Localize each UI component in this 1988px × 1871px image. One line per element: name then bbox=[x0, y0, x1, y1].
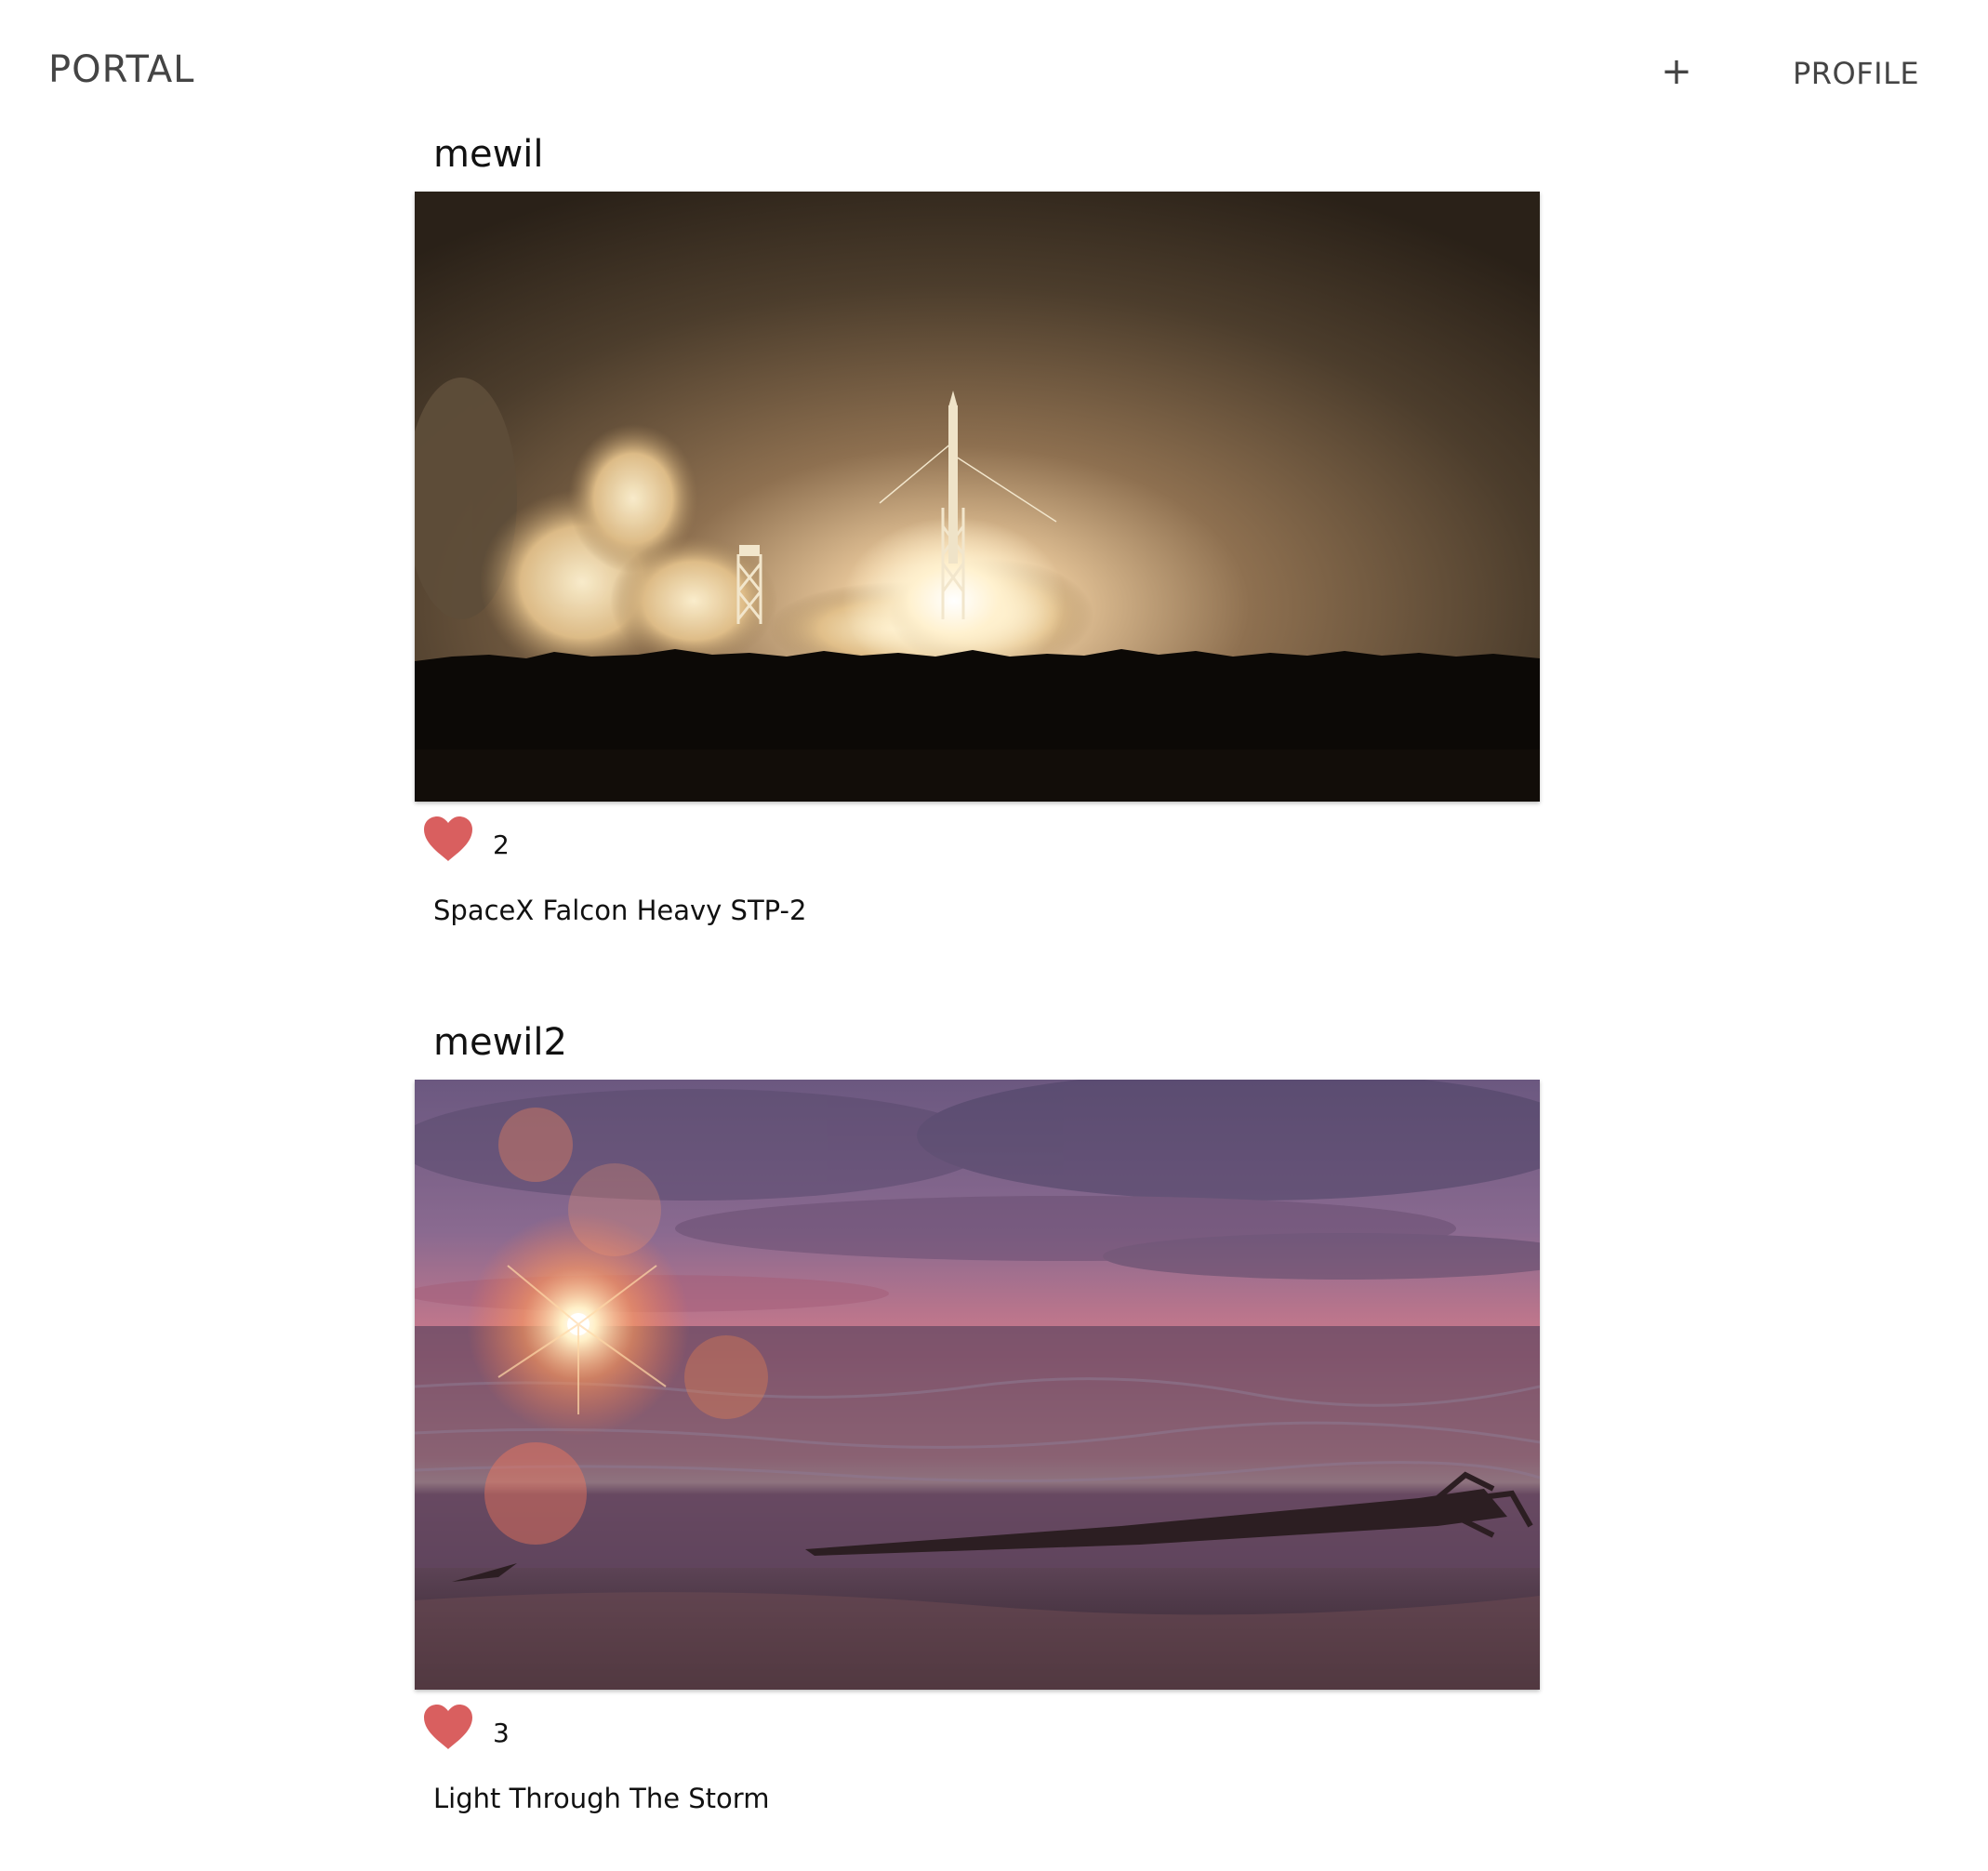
post-card: mewil 2 SpaceX Falcon Heavy STP-2 bbox=[415, 130, 1540, 926]
post-image-sunset-beach[interactable] bbox=[415, 1080, 1540, 1690]
top-navbar: PORTAL + PROFILE bbox=[0, 0, 1988, 149]
heart-icon[interactable] bbox=[422, 815, 474, 863]
post-image-rocket-launch[interactable] bbox=[415, 192, 1540, 802]
heart-icon[interactable] bbox=[422, 1703, 474, 1751]
post-actions: 2 bbox=[415, 802, 1540, 867]
profile-link[interactable]: PROFILE bbox=[1793, 56, 1919, 91]
post-card: mewil2 3 Light Through The Storm bbox=[415, 1018, 1540, 1814]
post-caption: Light Through The Storm bbox=[433, 1783, 770, 1814]
post-actions: 3 bbox=[415, 1690, 1540, 1755]
post-username[interactable]: mewil2 bbox=[433, 1018, 1540, 1080]
brand-logo[interactable]: PORTAL bbox=[48, 48, 194, 91]
add-post-button[interactable]: + bbox=[1658, 48, 1695, 95]
like-count: 3 bbox=[493, 1718, 510, 1748]
post-username[interactable]: mewil bbox=[433, 130, 1540, 192]
like-count: 2 bbox=[493, 829, 510, 860]
post-caption: SpaceX Falcon Heavy STP-2 bbox=[433, 895, 807, 926]
